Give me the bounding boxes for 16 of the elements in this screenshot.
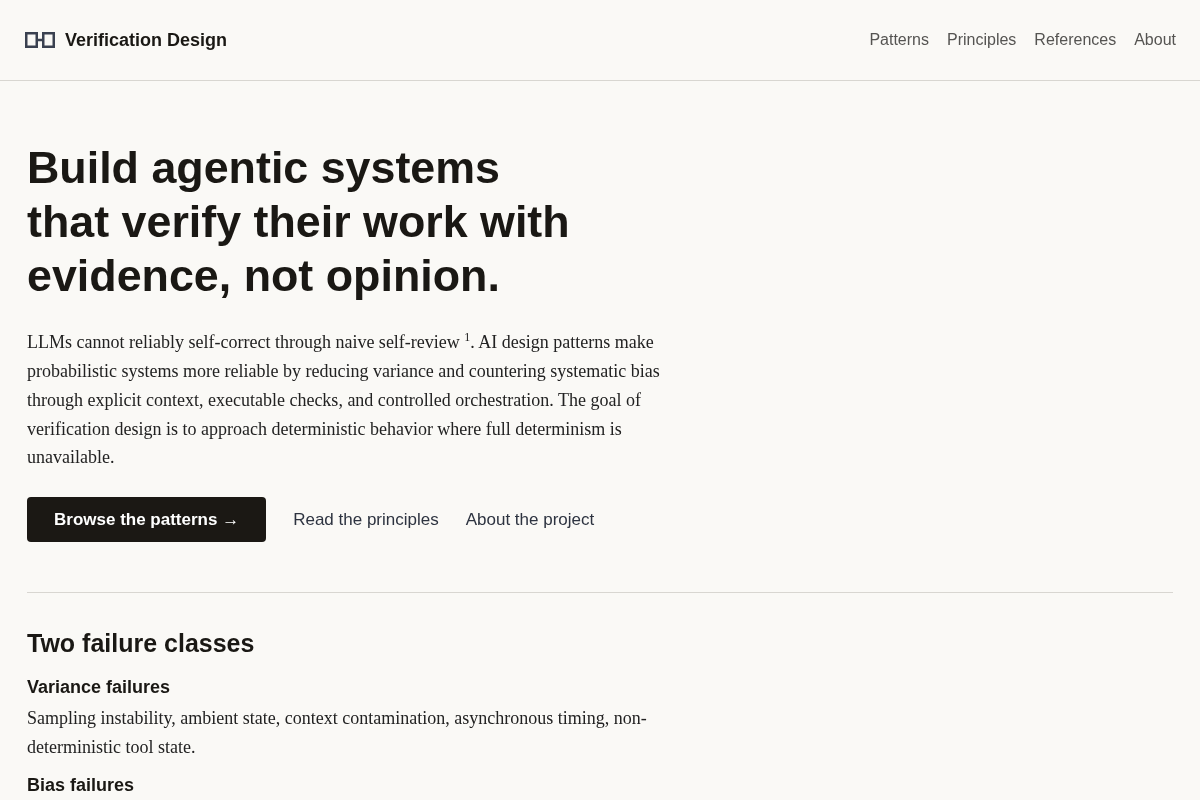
class-description: Sampling instability, ambient state, context contamination, asynchronous timing, non-deterministic tool state. [27, 707, 648, 760]
section-heading: Two failure classes [27, 628, 256, 659]
logo-icon [25, 32, 55, 48]
nav-link[interactable]: Patterns [869, 31, 929, 49]
nav-link[interactable]: References [1034, 31, 1117, 49]
brand-name: Verification Design [65, 29, 228, 51]
intro-paragraph: LLMs cannot reliably self-correct through naive self-review $^{1}$. AI design patterns make probabilistic systems more reliable by reducing variance and countering systematic bias through explicit context, executable checks, and controlled orchestration. The goal of verification design is to approach deterministic behavior where full determinism is unavailable. [27, 329, 661, 470]
brand-link[interactable]: Verification Design [25, 29, 228, 51]
browse-button[interactable]: Browse the patterns → [27, 497, 267, 543]
class-heading: Variance failures [27, 676, 171, 699]
hero-heading: Build agentic systems that verify their work with evidence, not opinion. [27, 141, 571, 302]
nav-link[interactable]: About [1134, 31, 1176, 49]
text-link[interactable]: About the project [465, 509, 595, 530]
nav-link[interactable]: Principles [947, 31, 1017, 49]
class-heading: Bias failures [27, 773, 135, 796]
text-link[interactable]: Read the principles [293, 509, 439, 530]
